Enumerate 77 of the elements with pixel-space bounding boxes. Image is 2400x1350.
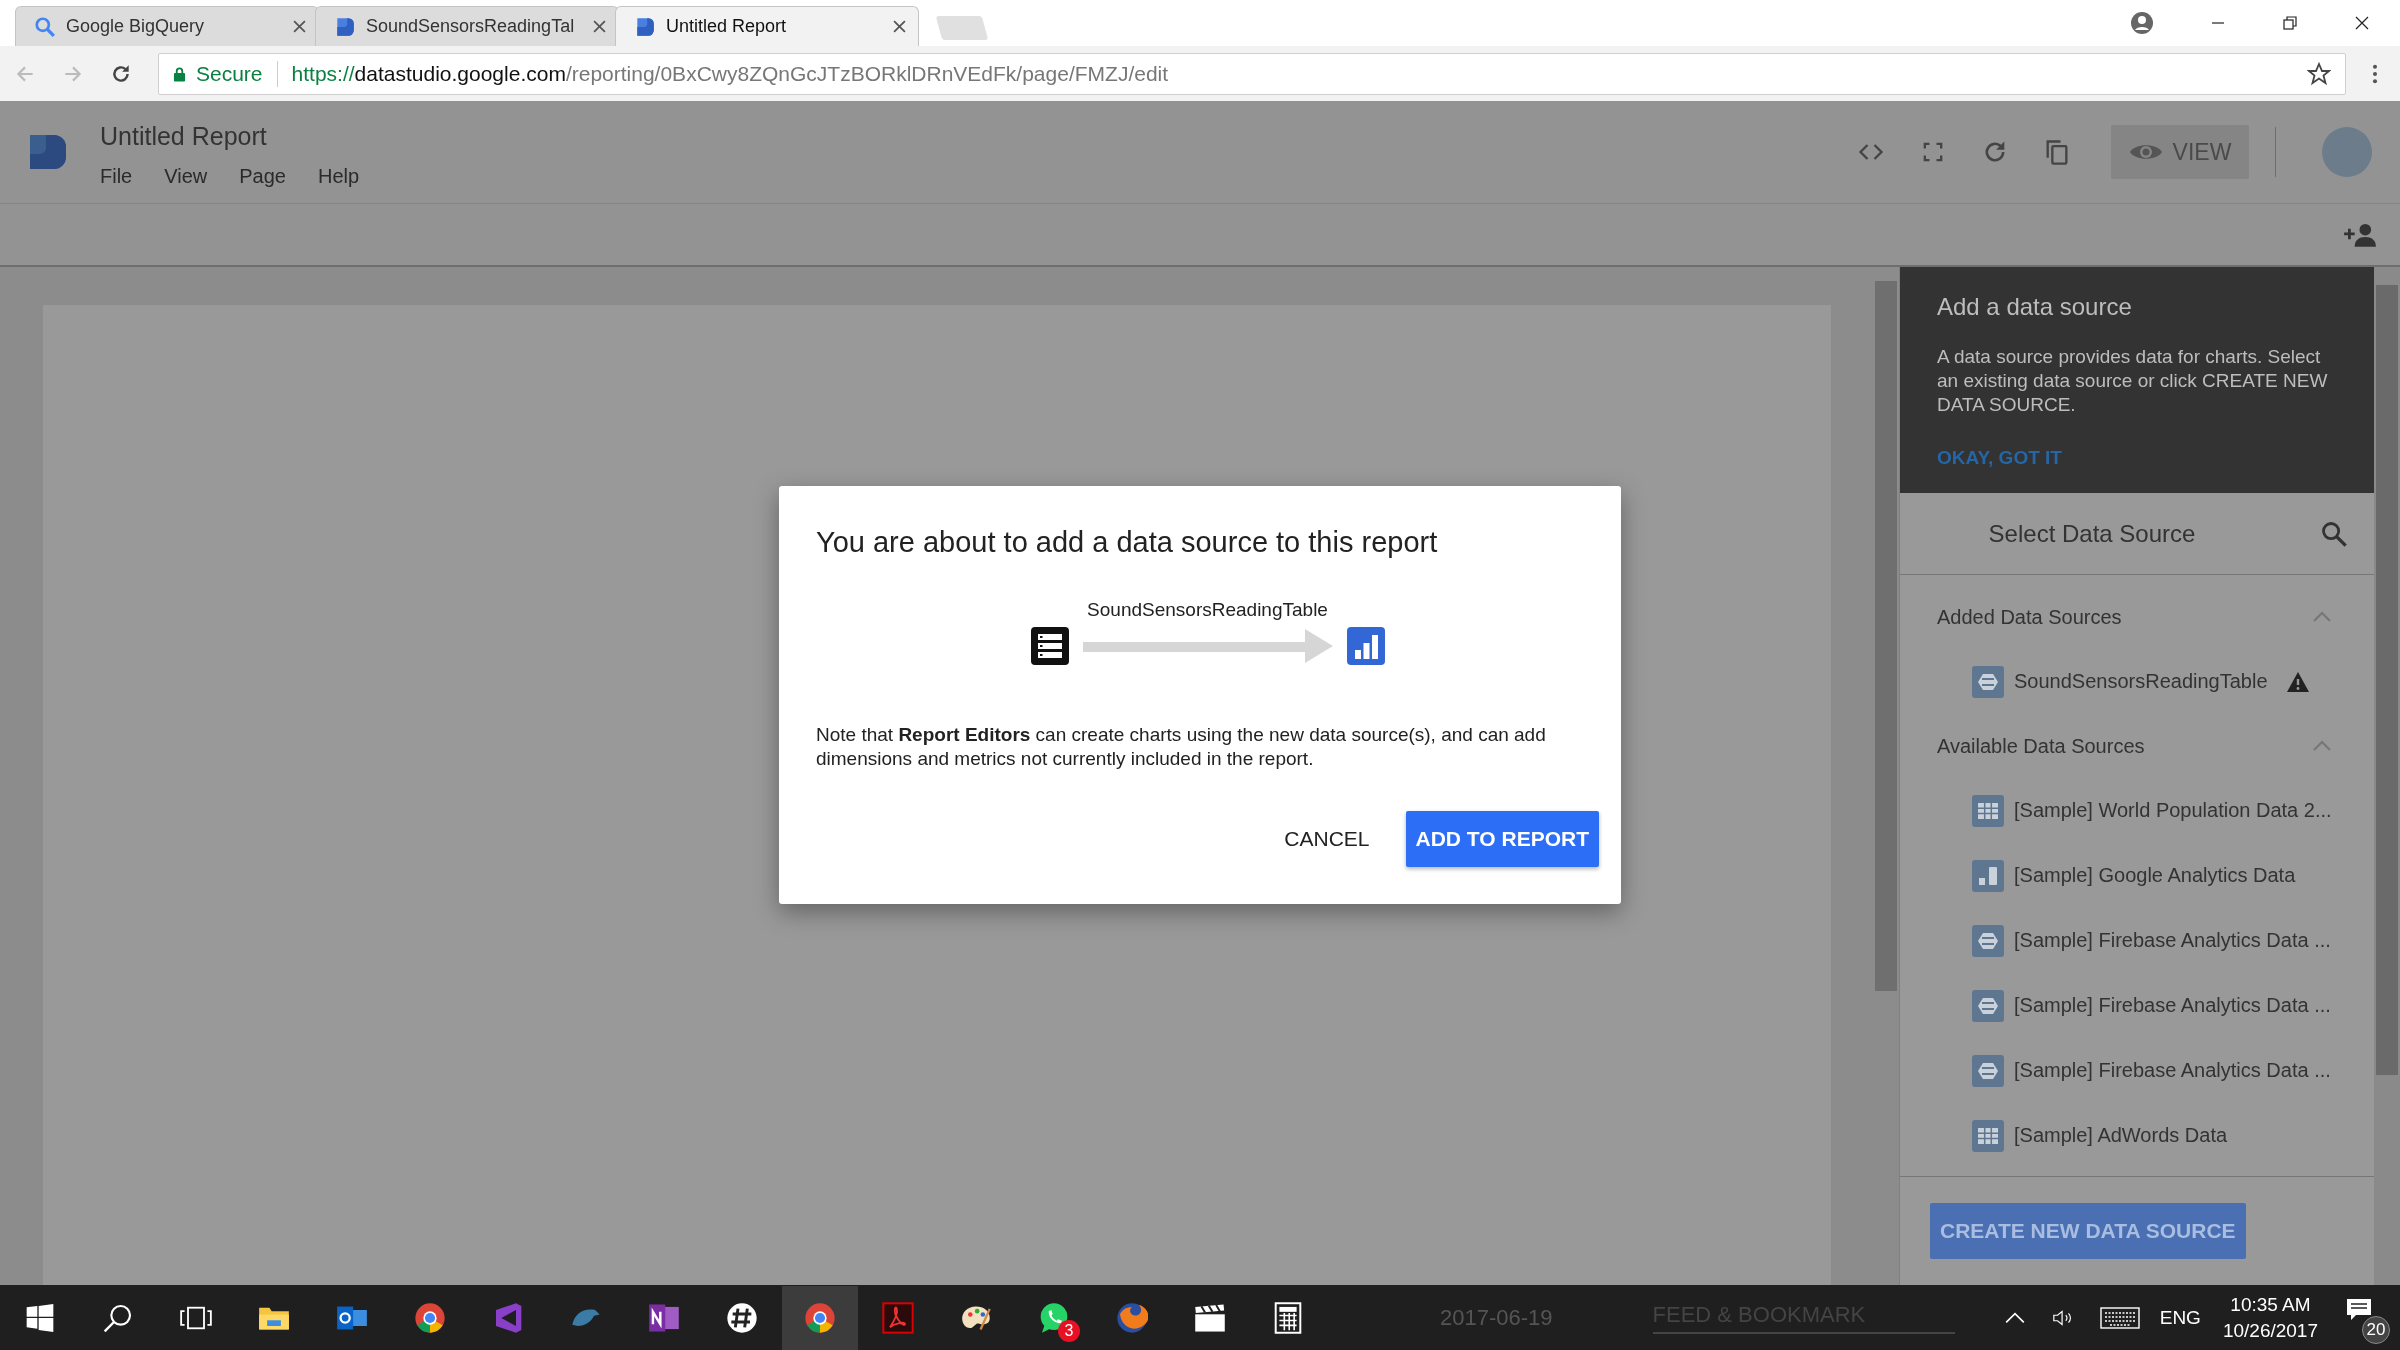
profile-icon[interactable] — [2130, 11, 2154, 35]
restore-icon[interactable] — [2282, 15, 2298, 31]
close-icon[interactable] — [2354, 15, 2370, 31]
database-icon — [1030, 627, 1069, 665]
data-source-item[interactable]: [Sample] Firebase Analytics Data ... — [1900, 908, 2374, 973]
clock-date[interactable]: 10/26/2017 — [2222, 1319, 2318, 1342]
data-source-name: [Sample] Firebase Analytics Data ... — [2014, 994, 2331, 1017]
close-icon[interactable] — [893, 20, 906, 33]
tab-title: SoundSensorsReadingTal — [366, 16, 576, 37]
data-source-item[interactable]: [Sample] Google Analytics Data — [1900, 843, 2374, 908]
data-source-item[interactable]: [Sample] Firebase Analytics Data ... — [1900, 1038, 2374, 1103]
tab-title: Untitled Report — [666, 16, 788, 37]
tip-title: Add a data source — [1937, 293, 2133, 321]
notebook-icon[interactable] — [648, 1301, 680, 1334]
cancel-button[interactable]: CANCEL — [1272, 813, 1382, 865]
bar-chart-icon — [1346, 627, 1385, 665]
database-icon — [1972, 924, 2004, 957]
section-title: Added Data Sources — [1937, 605, 2122, 629]
data-source-item[interactable]: [Sample] AdWords Data — [1900, 1103, 2374, 1168]
data-source-item[interactable]: [Sample] World Population Data 2... — [1900, 778, 2374, 843]
data-source-name: [Sample] Firebase Analytics Data ... — [2014, 1059, 2331, 1082]
calculator-icon[interactable] — [1272, 1301, 1304, 1334]
menu-icon[interactable] — [2372, 62, 2378, 85]
data-source-item[interactable]: [Sample] Firebase Analytics Data ... — [1900, 973, 2374, 1038]
volume-icon[interactable] — [2051, 1307, 2074, 1328]
pdf-icon[interactable] — [882, 1301, 914, 1334]
secure-label: Secure — [196, 61, 263, 86]
browser-tab[interactable]: Untitled Report — [615, 6, 919, 46]
tab-title: Google BigQuery — [66, 16, 206, 37]
section-title: Available Data Sources — [1937, 734, 2145, 758]
create-data-source-button[interactable]: CREATE NEW DATA SOURCE — [1930, 1203, 2246, 1259]
address-bar[interactable]: Secure https://datastudio.google.com/reporting/0BxCwy8ZQnGcJTzBORklDRnVEdFk/page/FMZJ/edit — [158, 52, 2346, 95]
tip-text: A data source provides data for charts. Select an existing data source or click CREATE NEW DATA SOURCE. — [1937, 345, 2329, 417]
reload-icon[interactable] — [110, 62, 132, 85]
arrow-icon — [1082, 629, 1333, 663]
database-icon — [1972, 989, 2004, 1022]
data-source-name: [Sample] AdWords Data — [2014, 1124, 2228, 1147]
notification-badge: 3 — [1058, 1319, 1080, 1342]
data-source-name: [Sample] Firebase Analytics Data ... — [2014, 929, 2331, 952]
view-button[interactable]: VIEW — [2111, 125, 2249, 179]
windows-start-icon[interactable] — [24, 1301, 56, 1334]
browser-icon[interactable] — [782, 1285, 858, 1350]
language-indicator[interactable]: ENG — [2159, 1306, 2201, 1329]
search-icon — [34, 15, 56, 38]
table-icon — [1972, 1119, 2004, 1152]
report-logo-icon — [334, 15, 356, 38]
table-icon — [1972, 794, 2004, 827]
hashtag-icon[interactable] — [726, 1301, 758, 1334]
star-icon[interactable] — [2307, 61, 2331, 86]
dialog-note: Note that Report Editors can create charts using the new data source(s), and can add dimensions and metrics not currently included in the report. — [816, 723, 1547, 771]
panel-title: Select Data Source — [1988, 519, 2196, 548]
data-source-item[interactable]: SoundSensorsReadingTable — [1900, 649, 2374, 714]
database-icon — [1972, 1054, 2004, 1087]
lock-icon — [173, 65, 186, 82]
browser-icon[interactable] — [414, 1301, 446, 1334]
menu-item[interactable]: Page — [239, 165, 286, 188]
report-logo-icon — [634, 15, 656, 38]
data-source-name: SoundSensorsReadingTable — [1087, 599, 1328, 621]
database-icon — [1972, 665, 2004, 698]
notifications-icon[interactable] — [2346, 1297, 2372, 1322]
url-text: https://datastudio.google.com/reporting/0BxCwy8ZQnGcJTzBORklDRnVEdFk/page/FMZJ/edit — [291, 61, 1169, 86]
app-logo-icon[interactable] — [28, 132, 68, 172]
data-source-name: SoundSensorsReadingTable — [2014, 670, 2268, 693]
menu-item[interactable]: Help — [317, 165, 360, 188]
notification-count: 20 — [2362, 1315, 2390, 1344]
data-source-name: [Sample] Google Analytics Data — [2014, 864, 2296, 887]
add-person-icon[interactable] — [2342, 221, 2378, 248]
clock-time[interactable]: 10:35 AM — [2230, 1293, 2311, 1316]
menu-item[interactable]: View — [164, 165, 208, 188]
clapperboard-icon[interactable] — [1194, 1301, 1226, 1334]
report-title[interactable]: Untitled Report — [100, 122, 360, 151]
keyboard-icon[interactable] — [2099, 1306, 2140, 1329]
data-source-name: [Sample] World Population Data 2... — [2014, 799, 2332, 822]
add-to-report-button[interactable]: ADD TO REPORT — [1405, 811, 1599, 867]
bar-chart-icon — [1972, 859, 2004, 892]
menu-item[interactable]: File — [100, 165, 133, 188]
dialog-title: You are about to add a data source to this report — [816, 526, 1439, 559]
